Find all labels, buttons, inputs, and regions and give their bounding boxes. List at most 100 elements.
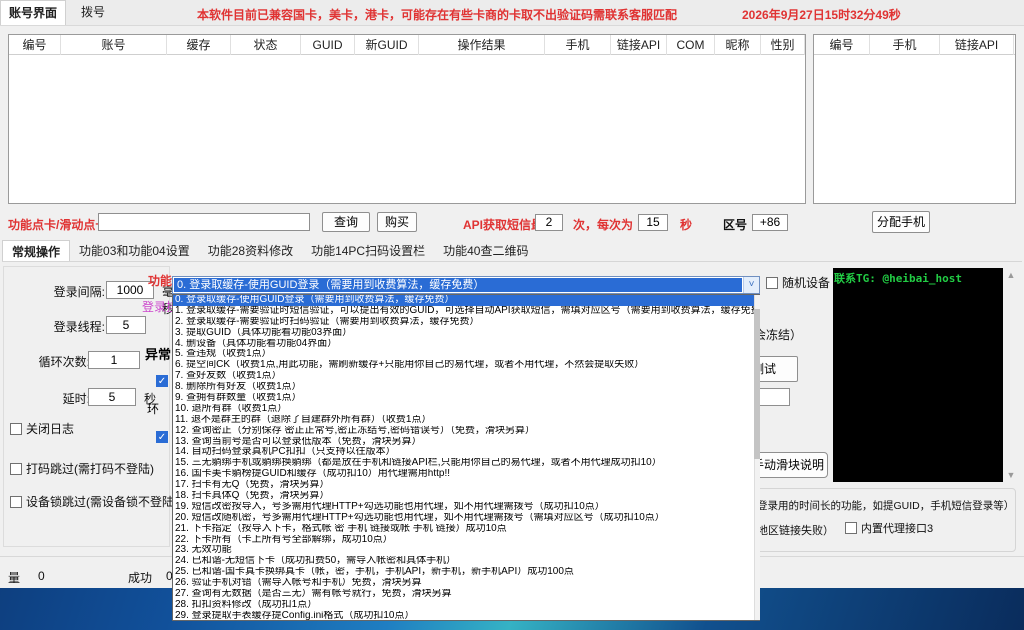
- dropdown-item[interactable]: 2. 登录取缓存-需要验证时扫码验证（需要用到收费算法，缓存免费）: [173, 317, 759, 328]
- dropdown-item[interactable]: 4. 删设备（具体功能看功能04界面）: [173, 339, 759, 350]
- dropdown-item[interactable]: 29. 登录提取手表缓存提Config.ini格式（成功扣10点）: [173, 611, 759, 621]
- frozen-partial-text: 会冻结）: [754, 326, 802, 343]
- checkbox-icon[interactable]: [10, 463, 22, 475]
- dropdown-item[interactable]: 1. 登录取缓存-需要验证时短信验证，可以提出有效的GUID，可选择自动API获…: [173, 306, 759, 317]
- setting-row: 登录线程: 5: [0, 316, 170, 334]
- dropdown-item[interactable]: 16. 国卡美卡躺榜提GUID和缓存（成功扣10）用代理需用http!!: [173, 469, 759, 480]
- checkbox-label: 关闭日志: [26, 422, 74, 436]
- dropdown-item[interactable]: 0. 登录取缓存-使用GUID登录（需要用到收费算法，缓存免费）: [173, 295, 759, 306]
- datetime-text: 2026年9月27日15时32分49秒: [742, 6, 901, 23]
- point-card-row: 功能点卡/滑动点卡 查询 购买 API获取短信最多 2 次，每次为 15 秒 区…: [0, 208, 1024, 238]
- dropdown-item[interactable]: 26. 验证手机对错（需导入帐号和手机）免费，滑块另算: [173, 578, 759, 589]
- area-code-input[interactable]: +86: [752, 214, 788, 231]
- account-table-header-cell[interactable]: 新GUID: [355, 35, 419, 55]
- buy-button[interactable]: 购买: [377, 212, 417, 232]
- query-button[interactable]: 查询: [322, 212, 370, 232]
- dropdown-item[interactable]: 7. 查好友数（收费1点）: [173, 371, 759, 382]
- setting-value-input[interactable]: 1000: [106, 281, 154, 299]
- dropdown-item[interactable]: 6. 提空间CK（收费1点,用此功能，需刷新缓存+只能用你自己的易代理，或者不用…: [173, 360, 759, 371]
- dropdown-item[interactable]: 22. 下卡所有（卡上所有号全部解绑，成功10点）: [173, 535, 759, 546]
- account-table-header-cell[interactable]: 编号: [9, 35, 61, 55]
- setting-label: 延时:: [0, 390, 90, 407]
- compatibility-warning-text: 本软件目前已兼容国卡，美卡，港卡，可能存在有些卡商的卡取不出验证码需联系客服匹配: [197, 6, 677, 23]
- builtin-proxy-checkbox[interactable]: 内置代理接口3: [845, 520, 933, 536]
- setting-label: 登录间隔:: [5, 283, 105, 300]
- dropdown-item[interactable]: 10. 退所有群（收费1点）: [173, 404, 759, 415]
- checkbox-icon[interactable]: [845, 522, 857, 534]
- env-label: 环: [147, 400, 159, 417]
- account-table-header-cell[interactable]: 性别: [761, 35, 805, 55]
- checkbox-row[interactable]: 设备锁跳过(需设备锁不登陆): [10, 493, 178, 510]
- account-table-header-cell[interactable]: 链接API: [611, 35, 667, 55]
- sms-count-input[interactable]: 2: [535, 214, 563, 231]
- dropdown-item[interactable]: 17. 扫卡有无Q（免费，滑块另算）: [173, 480, 759, 491]
- dropdown-item[interactable]: 8. 删除所有好友（收费1点）: [173, 382, 759, 393]
- tab-account-interface[interactable]: 账号界面: [0, 0, 66, 25]
- scroll-down-icon[interactable]: ▼: [1005, 470, 1017, 480]
- tab-dial[interactable]: 拨号: [66, 0, 120, 25]
- dropdown-item[interactable]: 25. 已和谐-国卡真卡换绑真卡（帐，密，手机，手机API，新手机，新手机API…: [173, 567, 759, 578]
- function-tab[interactable]: 常规操作: [2, 240, 70, 262]
- dropdown-item[interactable]: 21. 下卡指定（按导入下卡，格式帐 密 手机 链接或帐 手机 链接）成功10点: [173, 524, 759, 535]
- checkbox-icon[interactable]: [10, 496, 22, 508]
- account-table-header-cell[interactable]: COM: [667, 35, 715, 55]
- checkbox-row[interactable]: 关闭日志: [10, 420, 74, 437]
- account-table-header-cell[interactable]: 状态: [231, 35, 301, 55]
- account-table-header-cell[interactable]: 缓存: [167, 35, 231, 55]
- dropdown-item[interactable]: 15. 三无躺绑手机或躺绑换躺绑（都是放在手机和链接API栏,只能用你自己的易代…: [173, 458, 759, 469]
- middle-checkbox-2[interactable]: ✓: [156, 431, 168, 443]
- scroll-up-icon[interactable]: ▲: [1005, 270, 1017, 280]
- checkbox-row[interactable]: 打码跳过(需打码不登陆): [10, 460, 154, 477]
- manual-slider-help-button[interactable]: 手动滑块说明: [748, 452, 828, 478]
- dropdown-item[interactable]: 18. 扫卡具体Q（免费，滑块另算）: [173, 491, 759, 502]
- setting-value-input[interactable]: 5: [88, 388, 136, 406]
- chevron-down-icon[interactable]: ˅: [743, 277, 759, 293]
- assign-phone-button[interactable]: 分配手机: [872, 211, 930, 233]
- dropdown-item[interactable]: 19. 短信改密按导入，号多需用代理HTTP+勾选功能也用代理，如不用代理需拨号…: [173, 502, 759, 513]
- dropdown-item[interactable]: 28. 扣扣资料修改（成功扣1点）: [173, 600, 759, 611]
- function-tab[interactable]: 功能28资料修改: [199, 240, 302, 262]
- setting-value-input[interactable]: 1: [88, 351, 140, 369]
- dropdown-item[interactable]: 27. 查询有无数据（是否三无）需有帐号就行，免费，滑块另算: [173, 589, 759, 600]
- dropdown-item[interactable]: 3. 提取GUID（具体功能看功能03界面）: [173, 328, 759, 339]
- seconds-label: 秒: [680, 216, 692, 233]
- account-table-header-cell[interactable]: GUID: [301, 35, 355, 55]
- dropdown-item[interactable]: 14. 自动扫码登录真机PC扣扣（只支持以往版本）: [173, 447, 759, 458]
- checkbox-icon[interactable]: [766, 277, 778, 289]
- dropdown-item[interactable]: 23. 无效功能: [173, 545, 759, 556]
- point-card-input[interactable]: [98, 213, 310, 231]
- dropdown-item[interactable]: 9. 查拥有群数量（收费1点）: [173, 393, 759, 404]
- dropdown-item[interactable]: 11. 退不是群主的群（退除了自建群外所有群）（收费1点）: [173, 415, 759, 426]
- sms-interval-input[interactable]: 15: [638, 214, 668, 231]
- long-login-note: 登录用的时间长的功能，如提GUID，手机短信登录等）: [757, 498, 1015, 513]
- middle-checkbox-1[interactable]: ✓: [156, 375, 168, 387]
- phone-table-header-cell[interactable]: 编号: [814, 35, 870, 55]
- dropdown-scrollbar-thumb[interactable]: [754, 309, 760, 459]
- random-device-checkbox[interactable]: 随机设备: [766, 274, 830, 291]
- checkbox-icon[interactable]: [10, 423, 22, 435]
- builtin-proxy-label: 内置代理接口3: [861, 523, 933, 535]
- account-table-header-cell[interactable]: 操作结果: [419, 35, 545, 55]
- point-card-label: 功能点卡/滑动点卡: [8, 216, 107, 233]
- setting-label: 循环次数:: [0, 353, 90, 370]
- dropdown-item[interactable]: 20. 短信改随机密，号多需用代理HTTP+勾选功能也用代理，如不用代理需拨号（…: [173, 513, 759, 524]
- sms-mid-label: 次，每次为: [573, 216, 633, 233]
- dropdown-item[interactable]: 13. 查询当前号是否可以登录低版本（免费，滑块另算）: [173, 437, 759, 448]
- account-table-header-cell[interactable]: 昵称: [715, 35, 761, 55]
- function-tab[interactable]: 功能03和功能04设置: [70, 240, 199, 262]
- phone-table-header-cell[interactable]: 手机: [870, 35, 940, 55]
- dropdown-item[interactable]: 12. 查询密正（分别保存 密正正常号,密正冻结号,密码错误号）（免费，滑块另算…: [173, 426, 759, 437]
- dropdown-item[interactable]: 5. 查违规（收费1点）: [173, 349, 759, 360]
- function-dropdown-list[interactable]: 0. 登录取缓存-使用GUID登录（需要用到收费算法，缓存免费）1. 登录取缓存…: [172, 294, 760, 621]
- dropdown-item[interactable]: 24. 已和谐-无短信下卡（成功扣费50，需导入帐密和具体手机）: [173, 556, 759, 567]
- function-combobox[interactable]: 0. 登录取缓存-使用GUID登录（需要用到收费算法，缓存免费） ˅: [172, 276, 760, 294]
- account-table-header-cell[interactable]: 账号: [61, 35, 167, 55]
- function-tab[interactable]: 功能14PC扫码设置栏: [302, 240, 434, 262]
- phone-table[interactable]: 编号手机链接API: [813, 34, 1016, 204]
- phone-table-header-cell[interactable]: 链接API: [940, 35, 1014, 55]
- setting-value-input[interactable]: 5: [106, 316, 146, 334]
- account-table[interactable]: 编号账号缓存状态GUID新GUID操作结果手机链接APICOM昵称性别: [8, 34, 806, 204]
- account-table-header-cell[interactable]: 手机: [545, 35, 611, 55]
- function-tab[interactable]: 功能40查二维码: [434, 240, 537, 262]
- dropdown-scrollbar[interactable]: [754, 295, 760, 620]
